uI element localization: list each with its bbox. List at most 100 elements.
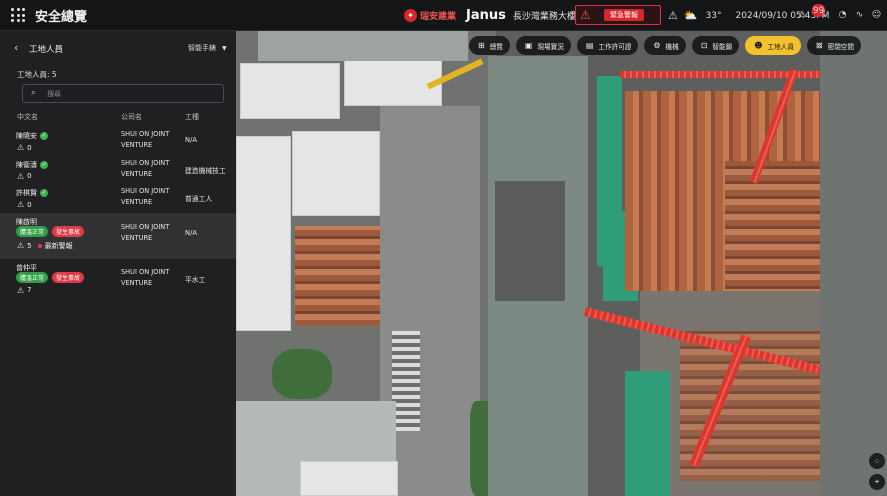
caret-down-icon: ▼ xyxy=(222,45,227,52)
trade-cell: N/A xyxy=(185,228,198,237)
chip-live-view[interactable]: ▣ 現場實況 xyxy=(515,36,571,55)
worker-icon: ☻ xyxy=(754,41,763,50)
chip-work-permit[interactable]: ▤ 工作許可證 xyxy=(576,36,639,55)
worker-count: 工地人員: 5 xyxy=(17,70,57,79)
company-line-1: SHUI ON JOINT xyxy=(121,267,170,276)
company-line-2: VENTURE xyxy=(121,278,153,287)
emergency-alarm-label: 緊急警報 xyxy=(604,9,644,21)
red-dot-icon xyxy=(37,243,42,248)
company-cell: SHUI ON JOINT VENTURE xyxy=(121,186,169,208)
search-icon: ⌕ xyxy=(31,88,37,98)
user-account-icon[interactable]: ☺ xyxy=(870,8,883,21)
worker-row[interactable]: 曾仲平 體溫正常 發生事故 ⚠ 7 SHUI ON JOINT VENTURE 平水… xyxy=(0,259,236,305)
panel-header: ‹ 工地人員 智能手錶 ▼ xyxy=(0,39,236,59)
chip-label: 密閉空間 xyxy=(827,42,854,51)
worker-row[interactable]: 許棋賢 ✓ ⚠ 0 SHUI ON JOINT VENTURE 普通工人 xyxy=(0,184,236,213)
pie-chart-icon[interactable]: ◔ xyxy=(836,8,849,21)
company-line-2: VENTURE xyxy=(121,198,153,206)
page-title: 安全總覽 xyxy=(35,9,88,25)
device-filter-dropdown[interactable]: 智能手錶 ▼ xyxy=(188,43,227,53)
temperature-normal-badge: 體溫正常 xyxy=(16,271,49,283)
warning-count-value: 0 xyxy=(27,143,32,152)
trade-cell: N/A xyxy=(185,136,198,144)
layout-icon: ⊞ xyxy=(478,41,485,50)
chip-overview[interactable]: ⊞ 總覽 xyxy=(469,36,510,55)
warning-triangle-icon: ⚠ xyxy=(17,171,25,181)
shui-on-logo-icon: ✦ xyxy=(404,9,417,22)
back-chevron-icon[interactable]: ‹ xyxy=(14,41,18,54)
status-tags: 體溫正常 發生事故 xyxy=(16,225,85,237)
lock-icon: ⊡ xyxy=(700,41,708,50)
partly-cloudy-icon: ⛅ xyxy=(683,9,698,22)
status-tags: 體溫正常 發生事故 xyxy=(16,271,85,283)
warning-triangle-icon: ⚠ xyxy=(17,200,25,209)
incident-badge: 發生事故 xyxy=(52,271,85,283)
worker-name: 許棋賢 xyxy=(16,189,37,197)
panel-title: 工地人員 xyxy=(29,45,64,55)
check-circle-icon: ✓ xyxy=(40,160,48,169)
latest-alert-label: 最新警報 xyxy=(44,241,73,250)
confined-space-icon: ⊠ xyxy=(815,41,823,50)
chip-smart-lock[interactable]: ⊡ 智能鎖 xyxy=(691,36,740,55)
incident-badge: 發生事故 xyxy=(52,225,85,237)
chip-label: 總覽 xyxy=(489,42,503,51)
emergency-alarm-button[interactable]: ⚠ 緊急警報 xyxy=(575,5,661,25)
worker-name: 陳曉安 xyxy=(16,132,37,140)
latest-alert[interactable]: 最新警報 xyxy=(37,241,73,251)
search-box[interactable]: ⌕ xyxy=(22,84,224,103)
warning-count-value: 0 xyxy=(27,200,32,209)
worker-row[interactable]: 陳曉安 ✓ ⚠ 0 SHUI ON JOINT VENTURE N/A xyxy=(0,127,236,156)
analytics-icon[interactable]: ∿ xyxy=(853,8,866,21)
warning-count-value: 5 xyxy=(27,241,32,250)
brand-area: ✦ 瑞安建業 Janus 長沙灣業務大樓 xyxy=(404,0,576,31)
product-name: Janus xyxy=(466,8,506,23)
chip-label: 機械 xyxy=(665,42,679,51)
check-circle-icon: ✓ xyxy=(40,132,48,140)
worker-row-selected[interactable]: 陳啟明 體溫正常 發生事故 ⚠ 5 最新警報 SHUI ON JOINT VENTU… xyxy=(0,212,236,259)
worker-row[interactable]: 陳衞濤 ✓ ⚠ 0 SHUI ON JOINT VENTURE 建造機械技工 xyxy=(0,156,236,185)
company-line-1: SHUI ON JOINT xyxy=(121,130,170,138)
trade-cell: 平水工 xyxy=(185,275,206,284)
warning-count: ⚠ 0 xyxy=(17,200,32,209)
project-name: 長沙灣業務大樓 xyxy=(512,12,576,22)
map-location-pin-icon[interactable]: ⌖ xyxy=(869,474,885,490)
warning-triangle-icon: ⚠ xyxy=(580,7,591,22)
app-menu-grid-icon[interactable] xyxy=(11,8,25,22)
worker-name-cell: 陳曉安 ✓ xyxy=(16,131,48,141)
warning-count: ⚠ 0 xyxy=(17,172,32,181)
column-header-trade: 工種 xyxy=(185,113,199,121)
chip-confined-space[interactable]: ⊠ 密閉空間 xyxy=(806,36,861,55)
table-header: 中文名 公司名 工種 xyxy=(0,112,236,124)
company-line-1: SHUI ON JOINT xyxy=(121,158,170,167)
tool-chip-bar: ⊞ 總覽 ▣ 現場實況 ▤ 工作許可證 ⚙ 機械 ⊡ 智能鎖 ☻ 工地人員 ⊠ 密閉空間 xyxy=(469,36,861,55)
warning-count: ⚠ 0 xyxy=(17,143,32,152)
warning-count: ⚠ 7 xyxy=(17,286,32,295)
company-cell: SHUI ON JOINT VENTURE xyxy=(121,129,169,151)
temperature-normal-badge: 體溫正常 xyxy=(16,225,49,237)
warning-triangle-icon: ⚠ xyxy=(17,241,25,250)
column-header-company: 公司名 xyxy=(121,113,142,121)
worker-name-cell: 陳衞濤 ✓ xyxy=(16,160,48,170)
company-line-2: VENTURE xyxy=(121,141,153,149)
moon-icon[interactable]: ☾ xyxy=(819,8,832,21)
warning-count-value: 7 xyxy=(27,286,32,294)
top-bar: 安全總覽 ✦ 瑞安建業 Janus 長沙灣業務大樓 ⚠ 緊急警報 ⚠ ⛅ 33°… xyxy=(0,0,887,31)
map-grid-toggle-icon[interactable]: ⁘ xyxy=(869,453,885,469)
chip-label: 智能鎖 xyxy=(712,42,733,51)
document-icon: ▤ xyxy=(585,41,594,50)
chip-site-workers[interactable]: ☻ 工地人員 xyxy=(745,36,801,55)
warning-triangle-icon[interactable]: ⚠ xyxy=(668,9,678,22)
company-line-2: VENTURE xyxy=(121,169,153,178)
worker-list: 陳曉安 ✓ ⚠ 0 SHUI ON JOINT VENTURE N/A 陳衞濤 ✓ ⚠ 0… xyxy=(0,127,236,305)
chip-machinery[interactable]: ⚙ 機械 xyxy=(644,36,686,55)
company-line-1: SHUI ON JOINT xyxy=(121,187,170,195)
alert-notifications-icon[interactable]: ⚠ 99 xyxy=(798,4,826,21)
company-line-1: SHUI ON JOINT xyxy=(121,222,170,231)
check-circle-icon: ✓ xyxy=(40,189,48,197)
search-input[interactable] xyxy=(47,87,217,100)
worker-name: 陳衞濤 xyxy=(16,160,37,169)
trade-cell: 建造機械技工 xyxy=(185,166,226,175)
chip-label: 工作許可證 xyxy=(598,42,632,51)
dropdown-value: 智能手錶 xyxy=(188,44,216,52)
warning-triangle-icon: ⚠ xyxy=(17,285,25,295)
